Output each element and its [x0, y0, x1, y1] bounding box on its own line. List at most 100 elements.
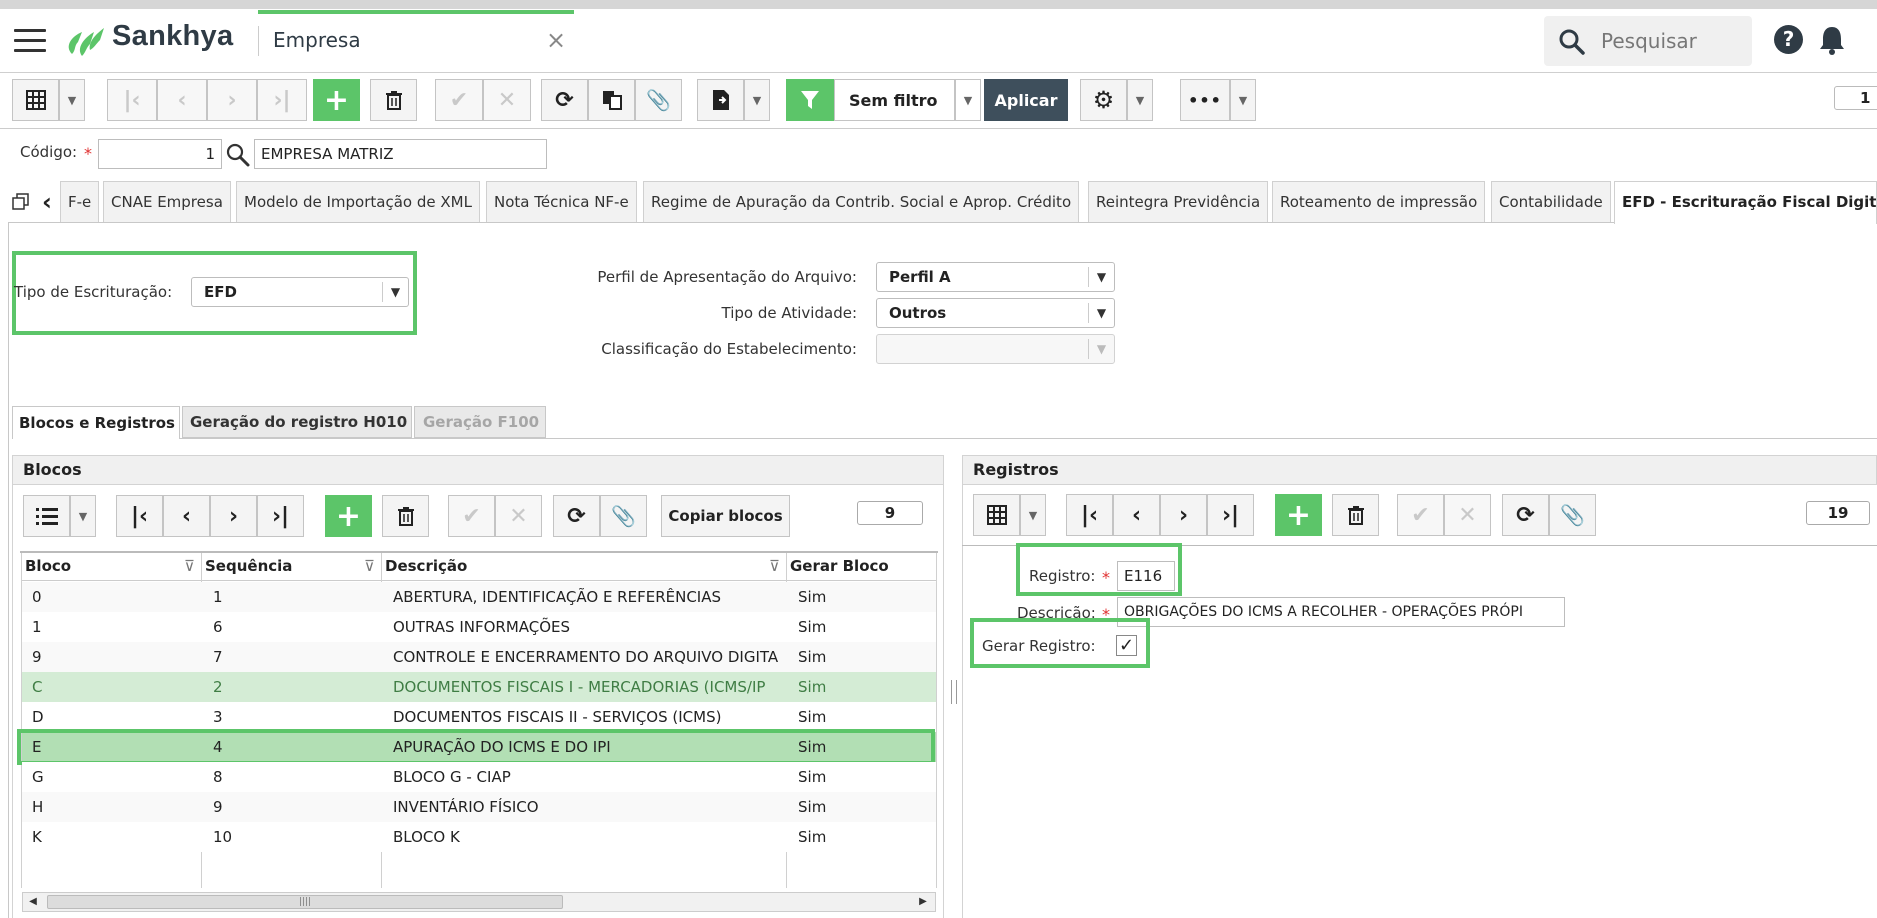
filter-select[interactable]: Sem filtro — [834, 79, 955, 121]
help-icon[interactable]: ? — [1774, 25, 1803, 54]
tab-empresa[interactable]: Empresa — [273, 28, 361, 52]
subtabs-baseline — [180, 438, 1877, 439]
blocos-first-button[interactable]: |‹ — [116, 495, 163, 537]
next-record-button[interactable]: › — [207, 79, 257, 121]
scroll-right-icon[interactable]: ▶ — [914, 894, 932, 910]
view-dropdown-button[interactable]: ▼ — [59, 79, 85, 121]
registros-view-dropdown-button[interactable]: ▼ — [1020, 494, 1046, 536]
gerar-registro-checkbox[interactable]: ✓ — [1116, 635, 1137, 656]
filter-icon[interactable]: ⊽ — [769, 553, 780, 580]
blocos-cancel-button[interactable]: ✕ — [495, 495, 542, 537]
tab-modelo-xml[interactable]: Modelo de Importação de XML — [236, 181, 480, 222]
registros-add-button[interactable]: + — [1275, 494, 1322, 536]
col-gerar-bloco[interactable]: Gerar Bloco — [787, 553, 936, 581]
report-dropdown-button[interactable]: ▼ — [744, 79, 770, 121]
subtab-f100[interactable]: Geração F100 — [414, 406, 546, 438]
descricao-input[interactable]: OBRIGAÇÕES DO ICMS A RECOLHER - OPERAÇÕE… — [1117, 597, 1565, 627]
registros-last-button[interactable]: ›| — [1207, 494, 1254, 536]
settings-button[interactable]: ⚙ — [1080, 79, 1127, 121]
search-input[interactable]: Pesquisar — [1544, 16, 1752, 66]
table-row[interactable]: 1 6 OUTRAS INFORMAÇÕES Sim — [22, 612, 936, 642]
tabs-scroll-left-icon[interactable]: ‹ — [42, 188, 52, 216]
table-row[interactable]: H 9 INVENTÁRIO FÍSICO Sim — [22, 792, 936, 822]
cell-sequencia: 10 — [213, 828, 233, 846]
lookup-search-icon[interactable] — [225, 142, 251, 168]
settings-dropdown-button[interactable]: ▼ — [1127, 79, 1153, 121]
first-record-button[interactable]: |‹ — [107, 79, 157, 121]
prev-record-button[interactable]: ‹ — [157, 79, 207, 121]
menu-icon[interactable] — [14, 29, 46, 53]
registros-first-button[interactable]: |‹ — [1066, 494, 1113, 536]
blocos-confirm-button[interactable]: ✔ — [448, 495, 495, 537]
table-row[interactable]: 9 7 CONTROLE E ENCERRAMENTO DO ARQUIVO D… — [22, 642, 936, 672]
blocos-view-dropdown-button[interactable]: ▼ — [70, 495, 96, 537]
col-bloco[interactable]: Bloco ⊽ — [22, 553, 202, 581]
cancel-button[interactable]: ✕ — [483, 79, 531, 121]
report-button[interactable] — [697, 79, 744, 121]
filter-icon[interactable]: ⊽ — [364, 553, 375, 580]
apply-filter-button[interactable]: Aplicar — [984, 79, 1068, 121]
col-sequencia[interactable]: Sequência ⊽ — [202, 553, 382, 581]
more-dropdown-button[interactable]: ▼ — [1230, 79, 1256, 121]
blocos-prev-button[interactable]: ‹ — [163, 495, 210, 537]
blocos-refresh-button[interactable]: ⟳ — [553, 495, 600, 537]
more-button[interactable]: ••• — [1180, 79, 1230, 121]
restore-panel-icon[interactable] — [12, 193, 30, 211]
table-row[interactable]: D 3 DOCUMENTOS FISCAIS II - SERVIÇOS (IC… — [22, 702, 936, 732]
registros-refresh-button[interactable]: ⟳ — [1502, 494, 1549, 536]
blocos-delete-button[interactable] — [382, 495, 429, 537]
tab-fe[interactable]: F-e — [60, 181, 100, 222]
registros-cancel-button[interactable]: ✕ — [1444, 494, 1491, 536]
last-record-button[interactable]: ›| — [257, 79, 307, 121]
table-row-hover[interactable]: C 2 DOCUMENTOS FISCAIS I - MERCADORIAS (… — [22, 672, 936, 702]
col-descricao[interactable]: Descrição ⊽ — [382, 553, 787, 581]
filter-icon[interactable]: ⊽ — [184, 553, 195, 580]
registros-attach-button[interactable]: 📎 — [1549, 494, 1596, 536]
list-view-button[interactable] — [23, 495, 70, 537]
registros-grid-view-button[interactable] — [973, 494, 1020, 536]
tab-regime-apuracao[interactable]: Regime de Apuração da Contrib. Social e … — [643, 181, 1080, 222]
blocos-add-button[interactable]: + — [325, 495, 372, 537]
subtab-h010[interactable]: Geração do registro H010 — [182, 406, 412, 438]
bell-icon[interactable] — [1818, 24, 1846, 56]
tab-reintegra[interactable]: Reintegra Previdência — [1088, 181, 1269, 222]
registro-input[interactable]: E116 — [1117, 561, 1175, 591]
registros-confirm-button[interactable]: ✔ — [1397, 494, 1444, 536]
codigo-input[interactable]: 1 — [98, 139, 222, 169]
attach-button[interactable]: 📎 — [635, 79, 682, 121]
delete-button[interactable] — [370, 79, 417, 121]
tab-cnae[interactable]: CNAE Empresa — [103, 181, 231, 222]
add-button[interactable]: + — [313, 79, 360, 121]
panel-splitter-handle[interactable] — [951, 680, 957, 704]
tab-contabilidade[interactable]: Contabilidade — [1491, 181, 1611, 222]
blocos-attach-button[interactable]: 📎 — [600, 495, 647, 537]
classificacao-select[interactable]: ▼ — [876, 334, 1115, 364]
copiar-blocos-button[interactable]: Copiar blocos — [661, 495, 790, 537]
tipo-atividade-select[interactable]: Outros ▼ — [876, 298, 1115, 328]
scroll-left-icon[interactable]: ◀ — [24, 894, 42, 910]
subtab-blocos-registros[interactable]: Blocos e Registros — [12, 406, 180, 439]
confirm-button[interactable]: ✔ — [435, 79, 483, 121]
table-row[interactable]: G 8 BLOCO G - CIAP Sim — [22, 762, 936, 792]
highlight-selected-row — [17, 729, 935, 765]
tab-roteamento[interactable]: Roteamento de impressão — [1272, 181, 1486, 222]
table-row[interactable]: 0 1 ABERTURA, IDENTIFICAÇÃO E REFERÊNCIA… — [22, 582, 936, 612]
registros-next-button[interactable]: › — [1160, 494, 1207, 536]
perfil-select[interactable]: Perfil A ▼ — [876, 262, 1115, 292]
blocos-last-button[interactable]: ›| — [257, 495, 304, 537]
filter-button[interactable] — [786, 79, 834, 121]
duplicate-button[interactable] — [588, 79, 635, 121]
close-tab-icon[interactable]: × — [546, 26, 566, 54]
registros-prev-button[interactable]: ‹ — [1113, 494, 1160, 536]
tipo-escrituracao-select[interactable]: EFD ▼ — [191, 277, 409, 307]
refresh-button[interactable]: ⟳ — [541, 79, 588, 121]
filter-dropdown-button[interactable]: ▼ — [955, 79, 981, 121]
registros-delete-button[interactable] — [1332, 494, 1379, 536]
table-row[interactable]: K 10 BLOCO K Sim — [22, 822, 936, 852]
scrollbar-thumb[interactable]: |||| — [47, 895, 563, 909]
last-icon: ›| — [1221, 502, 1240, 528]
grid-view-button[interactable] — [12, 79, 59, 121]
tab-nota-tecnica[interactable]: Nota Técnica NF-e — [486, 181, 637, 222]
blocos-next-button[interactable]: › — [210, 495, 257, 537]
tab-efd[interactable]: EFD - Escrituração Fiscal Digital — [1614, 181, 1877, 224]
